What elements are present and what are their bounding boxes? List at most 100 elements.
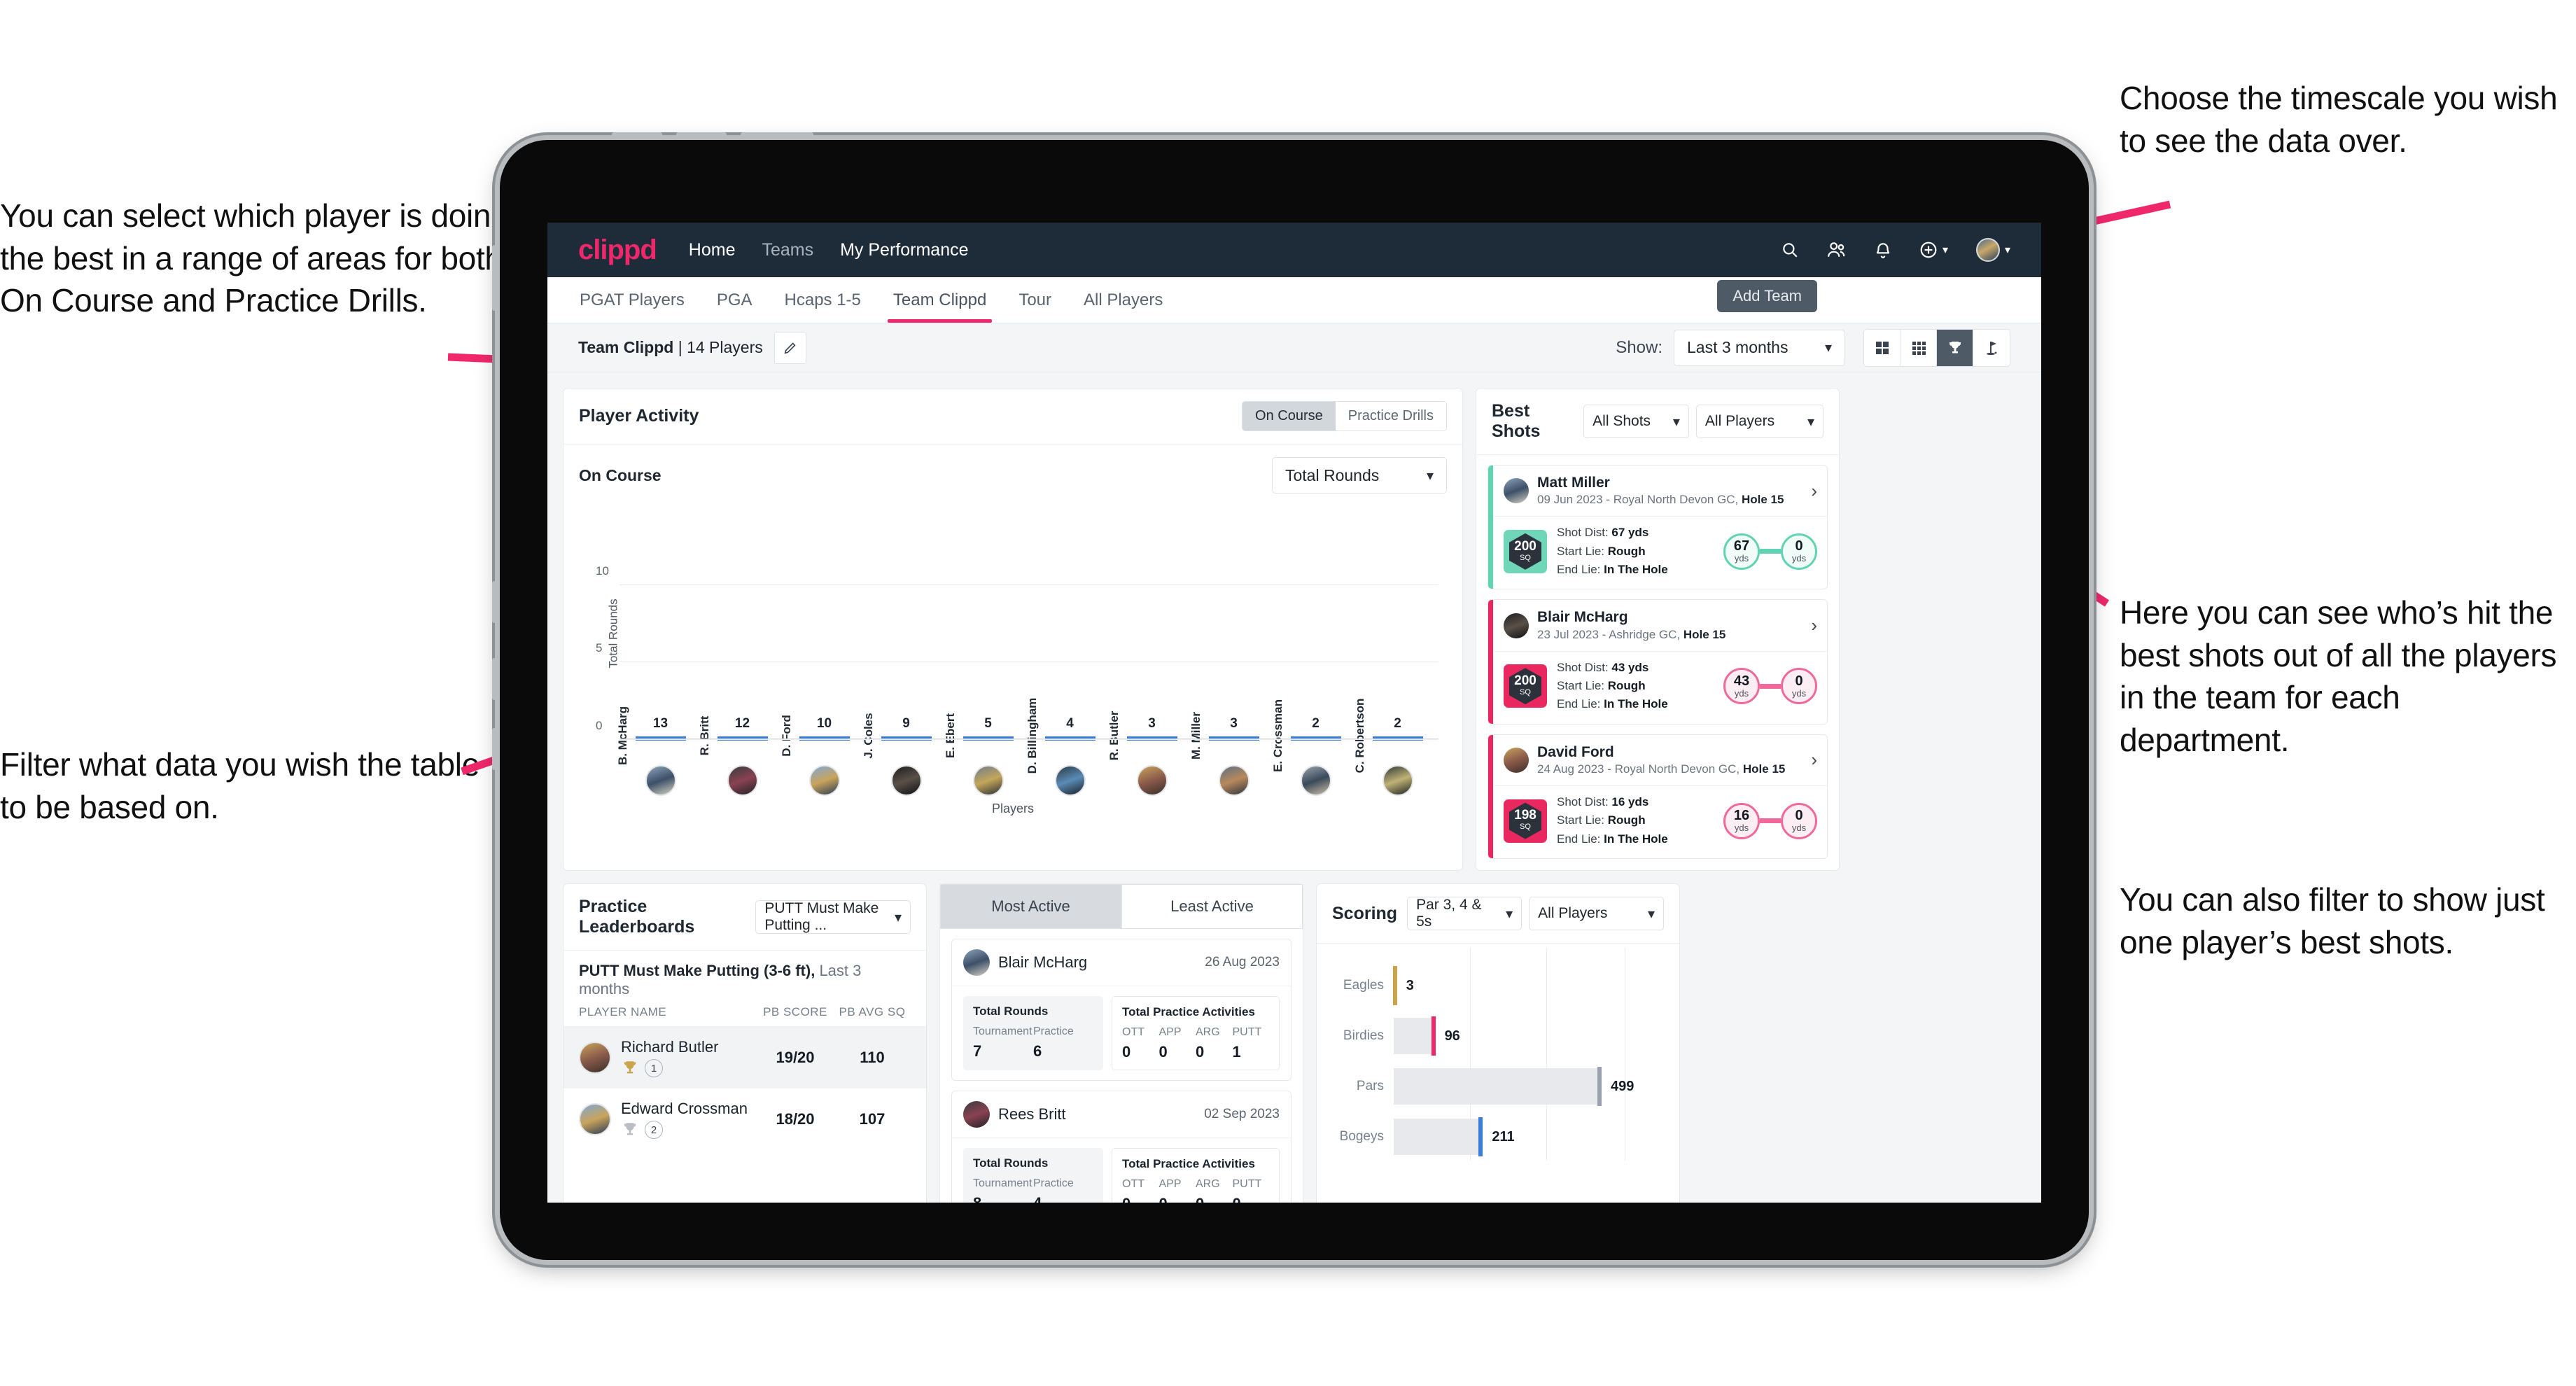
tab-team-clippd[interactable]: Team Clippd [887,278,993,323]
activity-card[interactable]: Rees Britt 02 Sep 2023 Total Rounds Tournam… [951,1091,1292,1203]
view-toggle-grid-2x2[interactable] [1864,329,1900,366]
bell-icon[interactable] [1875,241,1891,259]
people-icon[interactable] [1827,241,1847,259]
end-distance-unit: yds [1791,687,1807,699]
avatar[interactable] [890,765,922,796]
avatar[interactable] [808,765,840,796]
activity-date: 02 Sep 2023 [1204,1107,1280,1122]
chart-gridline [620,584,1438,585]
best-shot-card[interactable]: Blair McHarg 23 Jul 2023 - Ashridge GC, H… [1488,599,1828,724]
chart-bar-value: 3 [1230,716,1238,731]
best-shot-date-course: 24 Aug 2023 - Royal North Devon GC, [1537,762,1743,776]
chevron-right-icon[interactable]: › [1811,480,1817,502]
scoring-bar-value: 211 [1492,1128,1515,1144]
scoring-row[interactable]: Eagles 3 [1329,960,1667,1011]
avatar [1504,747,1529,773]
best-shot-card[interactable]: Matt Miller 09 Jun 2023 - Royal North Dev… [1488,465,1828,590]
avatar-icon[interactable]: ▾ [1975,238,2010,262]
chart-x-axis-label: Players [991,802,1035,816]
avatar [1504,612,1529,638]
practice-key: OTT [1122,1026,1144,1039]
view-toggle-golf-flag[interactable] [1973,329,2010,366]
scoring-header: Scoring Par 3, 4 & 5s ▾ All Players ▾ [1317,884,1679,944]
tab-pga[interactable]: PGA [715,278,754,323]
device-button-top-3 [741,132,813,140]
dashboard-content: Player Activity On Course Practice Drill… [547,372,2041,1203]
plus-circle-icon[interactable]: ▾ [1919,241,1948,259]
tab-hcaps-1-5[interactable]: Hcaps 1-5 [783,278,862,323]
avatar [963,1101,990,1128]
chevron-right-icon[interactable]: › [1811,615,1817,636]
hexagon-icon: 198 SQ [1509,802,1541,839]
avatar[interactable] [645,765,676,796]
avatar[interactable] [1300,765,1331,796]
drill-select[interactable]: PUTT Must Make Putting ... ▾ [755,900,911,934]
shot-dist-value: 43 yds [1611,660,1649,674]
scoring-row[interactable]: Pars 499 [1329,1061,1667,1112]
view-toggle-grid-3x3[interactable] [1900,329,1937,366]
practice-value: 0 [1233,1195,1270,1203]
best-shot-date-course: 23 Jul 2023 - Ashridge GC, [1537,627,1684,641]
shot-quality-badge: 198 SQ [1504,799,1547,843]
avatar[interactable] [1218,765,1250,796]
shot-details: Shot Dist: 16 yds Start Lie: Rough End Lie… [1557,793,1668,848]
edit-team-button[interactable] [774,331,806,364]
shot-type-select[interactable]: All Shots ▾ [1583,405,1689,438]
table-row[interactable]: Richard Butler 1 19/20 110 [564,1027,926,1089]
scoring-bar[interactable] [1394,1016,1436,1056]
trophy-icon [624,1061,636,1074]
avatar[interactable] [727,765,758,796]
search-icon[interactable] [1781,241,1799,259]
shot-end-distance: 0 yds [1781,802,1817,839]
metric-select[interactable]: Total Rounds ▾ [1272,457,1447,493]
player-activity-chart: Total Rounds 13 B. McHarg 12 R. Britt 10 D. F… [580,507,1446,774]
best-shot-hole: Hole 15 [1683,627,1726,641]
end-distance-value: 0 [1795,808,1803,824]
end-distance-unit: yds [1791,822,1807,834]
scoring-row[interactable]: Bogeys 211 [1329,1112,1667,1162]
scoring-bar-track: 96 [1394,1011,1667,1061]
practice-key: PUTT [1232,1026,1262,1039]
view-toggle-trophy[interactable] [1937,329,1973,366]
scoring-player-select[interactable]: All Players ▾ [1529,897,1664,931]
avatar[interactable] [1136,765,1168,796]
end-lie-line: End Lie: In The Hole [1557,830,1668,848]
chevron-down-icon[interactable]: ▾ [1942,243,1948,257]
best-shot-card[interactable]: David Ford 24 Aug 2023 - Royal North Devo… [1488,734,1828,860]
tab-tour[interactable]: Tour [1017,278,1053,323]
chart-y-axis-label: Total Rounds [606,598,620,668]
tab-pgat-players[interactable]: PGAT Players [578,278,686,323]
tab-all-players[interactable]: All Players [1082,278,1164,323]
activity-card[interactable]: Blair McHarg 26 Aug 2023 Total Rounds Tourn… [951,939,1292,1082]
best-shots-player-select[interactable]: All Players ▾ [1695,405,1823,438]
nav-link-teams[interactable]: Teams [762,240,813,260]
scoring-bar[interactable] [1394,1117,1483,1157]
add-team-tooltip[interactable]: Add Team [1717,280,1817,312]
segment-practice-drills[interactable]: Practice Drills [1335,402,1446,430]
par-select[interactable]: Par 3, 4 & 5s ▾ [1407,897,1522,931]
rounds-key: Tournament [973,1177,1032,1190]
chevron-right-icon[interactable]: › [1811,749,1817,771]
timescale-select[interactable]: Last 3 months ▾ [1674,329,1845,366]
chart-avatar-slot [620,765,701,796]
scoring-bar[interactable] [1394,1067,1602,1107]
practice-leaderboards-title: Practice Leaderboards [579,897,695,937]
scoring-bar[interactable] [1392,966,1397,1006]
nav-link-my-performance[interactable]: My Performance [840,240,968,260]
rounds-key: Practice [1033,1177,1074,1190]
rounds-column: Practice 6 [1033,1026,1093,1060]
scoring-bar-value: 3 [1406,977,1414,993]
clippd-logo[interactable]: clippd [578,234,657,266]
avatar[interactable] [972,765,1004,796]
chevron-down-icon-profile[interactable]: ▾ [2005,243,2010,257]
shot-end-distance: 0 yds [1781,533,1817,570]
tab-most-active[interactable]: Most Active [940,884,1121,930]
avatar[interactable] [1382,765,1413,796]
chart-bar-value: 3 [1148,716,1156,731]
tab-least-active[interactable]: Least Active [1121,884,1303,930]
avatar[interactable] [1054,765,1086,796]
nav-link-home[interactable]: Home [689,240,736,260]
scoring-row[interactable]: Birdies 96 [1329,1011,1667,1061]
table-row[interactable]: Edward Crossman 2 18/20 107 [564,1088,926,1150]
segment-on-course[interactable]: On Course [1242,402,1336,430]
